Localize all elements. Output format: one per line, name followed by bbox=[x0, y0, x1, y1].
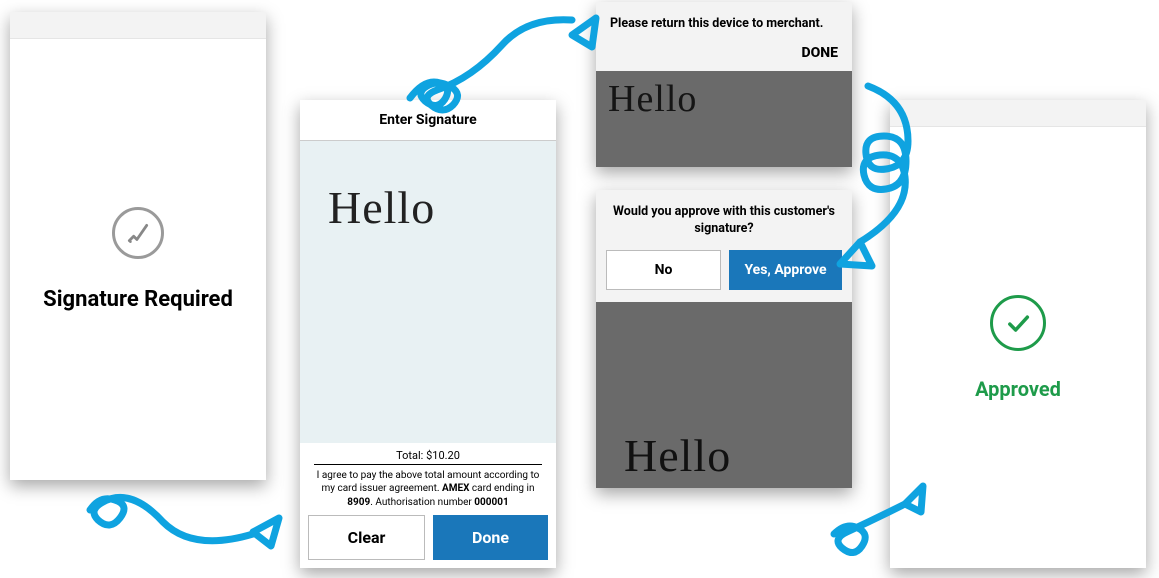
approve-yes-button[interactable]: Yes, Approve bbox=[729, 250, 842, 290]
approve-prompt-message: Would you approve with this customer's s… bbox=[606, 204, 842, 238]
header-title: Enter Signature bbox=[300, 100, 556, 141]
return-done-button[interactable]: DONE bbox=[610, 45, 838, 61]
signature-preview: Hello bbox=[624, 429, 731, 482]
total-value: $10.20 bbox=[426, 449, 460, 462]
approve-no-button[interactable]: No bbox=[606, 250, 721, 290]
signature-icon bbox=[112, 207, 164, 259]
check-icon bbox=[990, 295, 1046, 351]
signature-pad[interactable]: Hello bbox=[300, 141, 556, 443]
signature-required-title: Signature Required bbox=[43, 287, 233, 312]
signature-drawing: Hello bbox=[328, 181, 435, 234]
screen-approved: Approved bbox=[890, 100, 1146, 568]
flow-arrow-icon bbox=[400, 8, 600, 108]
signature-preview: Hello bbox=[608, 77, 852, 121]
screen-approve-prompt: Would you approve with this customer's s… bbox=[596, 190, 852, 488]
flow-arrow-icon bbox=[80, 480, 300, 560]
card-brand: AMEX bbox=[442, 483, 469, 494]
auth-number: 000001 bbox=[474, 497, 508, 508]
total-label: Total: bbox=[396, 449, 426, 462]
screen-signature-required: Signature Required bbox=[10, 12, 266, 480]
card-last4: 8909 bbox=[347, 497, 370, 508]
screen-return-device: Please return this device to merchant. D… bbox=[596, 2, 852, 167]
total-line: Total: $10.20 bbox=[314, 449, 542, 465]
status-bar bbox=[890, 100, 1146, 127]
done-button[interactable]: Done bbox=[433, 515, 548, 560]
approved-title: Approved bbox=[975, 377, 1061, 401]
legal-text: I agree to pay the above total amount ac… bbox=[308, 469, 548, 516]
screen-enter-signature: Enter Signature Hello Total: $10.20 I ag… bbox=[300, 100, 556, 568]
status-bar bbox=[10, 12, 266, 39]
clear-button[interactable]: Clear bbox=[308, 515, 425, 560]
return-device-message: Please return this device to merchant. bbox=[610, 16, 838, 31]
